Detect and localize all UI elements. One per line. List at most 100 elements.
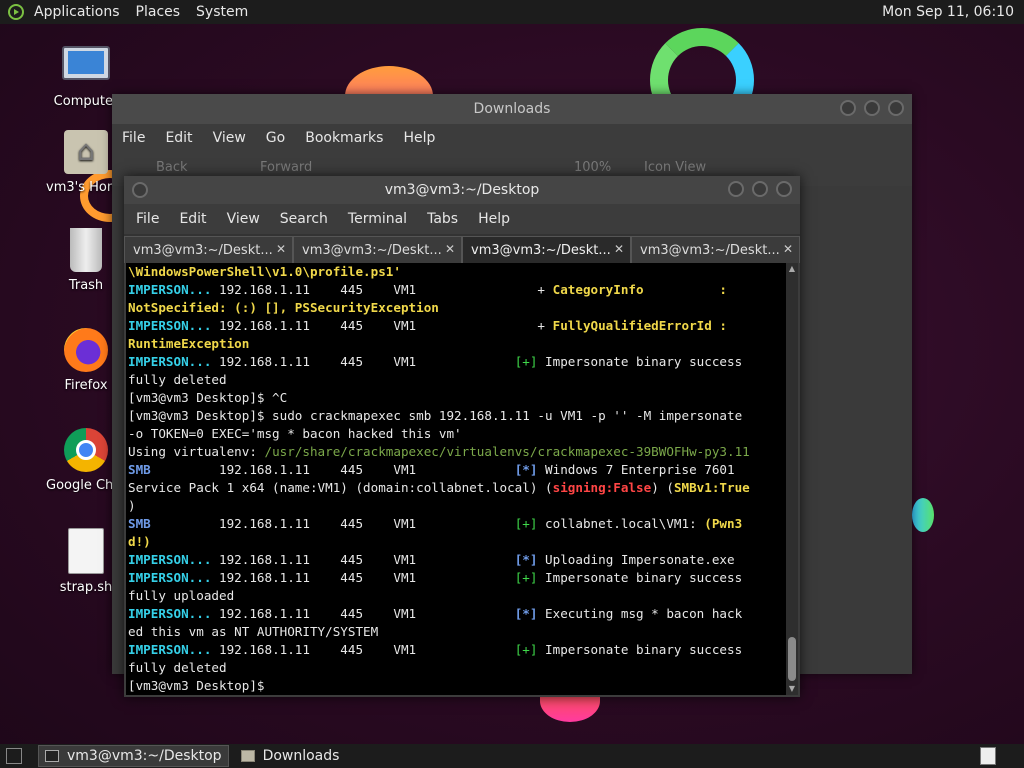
terminal-text-segment: Using virtualenv: (128, 444, 265, 459)
places-menu[interactable]: Places (128, 4, 189, 20)
close-tab-icon[interactable]: ✕ (443, 241, 457, 257)
desktop: Applications Places System Mon Sep 11, 0… (0, 0, 1024, 768)
menu-file[interactable]: File (126, 211, 169, 227)
terminal-text-segment: Impersonate binary success (537, 642, 743, 657)
terminal-line: IMPERSON... 192.168.1.11 445 VM1 [+] Imp… (126, 353, 786, 371)
menu-tabs[interactable]: Tabs (417, 211, 468, 227)
taskbar-item-terminal[interactable]: vm3@vm3:~/Desktop (38, 745, 229, 767)
terminal-text-segment: d!) (128, 534, 151, 549)
close-tab-icon[interactable]: ✕ (612, 241, 626, 257)
terminal-text-segment: SMB (128, 462, 151, 477)
terminal-output[interactable]: \WindowsPowerShell\v1.0\profile.ps1' IMPE… (126, 263, 786, 695)
terminal-tab-bar: vm3@vm3:~/Deskt... ✕ vm3@vm3:~/Deskt... … (124, 234, 800, 263)
terminal-text-segment: 192.168.1.11 445 VM1 + (211, 282, 553, 297)
downloads-titlebar[interactable]: Downloads (112, 94, 912, 124)
terminal-text-segment: RuntimeException (128, 336, 250, 351)
terminal-text-segment: /usr/share/crackmapexec/virtualenvs/crac… (264, 444, 750, 459)
clock[interactable]: Mon Sep 11, 06:10 (882, 4, 1024, 20)
maximize-button[interactable] (752, 181, 768, 197)
maximize-button[interactable] (864, 100, 880, 116)
window-title: vm3@vm3:~/Desktop (384, 182, 540, 198)
terminal-line: [vm3@vm3 Desktop]$ sudo crackmapexec smb… (126, 407, 786, 425)
scroll-down-icon[interactable]: ▼ (788, 685, 796, 693)
terminal-text-segment: signing:False (552, 480, 652, 495)
terminal-tab[interactable]: vm3@vm3:~/Deskt... ✕ (631, 236, 800, 263)
applications-menu-icon[interactable] (8, 4, 24, 20)
system-menu[interactable]: System (188, 4, 256, 20)
terminal-line: [vm3@vm3 Desktop]$ ^C (126, 389, 786, 407)
folder-icon (240, 750, 255, 762)
menu-file[interactable]: File (112, 130, 155, 146)
terminal-window[interactable]: vm3@vm3:~/Desktop File Edit View Search … (124, 176, 800, 697)
terminal-text-segment: IMPERSON... (128, 606, 212, 621)
scrollbar-thumb[interactable] (788, 637, 796, 681)
terminal-tab[interactable]: vm3@vm3:~/Deskt... ✕ (124, 236, 293, 263)
menu-view[interactable]: View (217, 211, 270, 227)
terminal-text-segment: Service Pack 1 x64 (name:VM1) (domain:co… (128, 480, 553, 495)
terminal-titlebar[interactable]: vm3@vm3:~/Desktop (124, 176, 800, 204)
terminal-tab[interactable]: vm3@vm3:~/Deskt... ✕ (293, 236, 462, 263)
terminal-text-segment: IMPERSON... (128, 318, 212, 333)
menu-search[interactable]: Search (270, 211, 338, 227)
close-tab-icon[interactable]: ✕ (274, 241, 288, 257)
terminal-text-segment: \WindowsPowerShell\v1.0\profile.ps1' (128, 264, 401, 279)
terminal-text-segment: [vm3@vm3 Desktop]$ (128, 678, 273, 693)
menu-help[interactable]: Help (468, 211, 520, 227)
terminal-icon (45, 750, 59, 762)
terminal-text-segment: ) ( (651, 480, 674, 495)
chrome-icon (64, 428, 108, 472)
zoom-level[interactable]: 100% (574, 160, 611, 175)
menu-terminal[interactable]: Terminal (338, 211, 417, 227)
applications-menu[interactable]: Applications (26, 4, 128, 20)
close-button[interactable] (776, 181, 792, 197)
view-mode-select[interactable]: Icon View (644, 160, 706, 175)
top-panel: Applications Places System Mon Sep 11, 0… (0, 0, 1024, 24)
show-desktop-icon[interactable] (6, 748, 22, 764)
minimize-button[interactable] (728, 181, 744, 197)
home-folder-icon (64, 130, 108, 174)
terminal-text-segment: fully deleted (128, 372, 227, 387)
terminal-text-segment: ed this vm as NT AUTHORITY/SYSTEM (128, 624, 379, 639)
minimize-button[interactable] (840, 100, 856, 116)
taskbar-item-downloads[interactable]: Downloads (235, 746, 346, 766)
terminal-text-segment: 192.168.1.11 445 VM1 (211, 552, 515, 567)
terminal-text-segment: Executing msg * bacon hack (537, 606, 743, 621)
terminal-line: Service Pack 1 x64 (name:VM1) (domain:co… (126, 479, 786, 497)
menu-go[interactable]: Go (256, 130, 295, 146)
terminal-text-segment: SMB (128, 516, 151, 531)
terminal-line: IMPERSON... 192.168.1.11 445 VM1 [+] Imp… (126, 641, 786, 659)
terminal-text-segment: 192.168.1.11 445 VM1 (150, 462, 515, 477)
terminal-text-segment: 192.168.1.11 445 VM1 (211, 570, 515, 585)
terminal-line: RuntimeException (126, 335, 786, 353)
scroll-up-icon[interactable]: ▲ (788, 265, 796, 273)
close-tab-icon[interactable]: ✕ (781, 241, 795, 257)
terminal-line: \WindowsPowerShell\v1.0\profile.ps1' (126, 263, 786, 281)
menu-edit[interactable]: Edit (169, 211, 216, 227)
downloads-menubar: File Edit View Go Bookmarks Help (112, 124, 912, 152)
workspace-switcher[interactable] (980, 747, 996, 765)
terminal-line: fully deleted (126, 659, 786, 677)
menu-view[interactable]: View (203, 130, 256, 146)
taskbar-label: Downloads (262, 748, 340, 764)
taskbar-label: vm3@vm3:~/Desktop (67, 748, 222, 764)
terminal-text-segment: IMPERSON... (128, 570, 212, 585)
forward-button[interactable]: Forward (260, 160, 312, 175)
terminal-line: IMPERSON... 192.168.1.11 445 VM1 + Fully… (126, 317, 786, 335)
menu-bookmarks[interactable]: Bookmarks (295, 130, 393, 146)
terminal-line: ed this vm as NT AUTHORITY/SYSTEM (126, 623, 786, 641)
terminal-text-segment: -o TOKEN=0 EXEC='msg * bacon hacked this… (128, 426, 462, 441)
terminal-scrollbar[interactable]: ▲ ▼ (786, 263, 798, 695)
terminal-text-segment: FullyQualifiedErrorId : (552, 318, 727, 333)
window-menu-button[interactable] (132, 182, 148, 198)
script-file-icon (68, 528, 104, 574)
terminal-text-segment: fully deleted (128, 660, 227, 675)
close-button[interactable] (888, 100, 904, 116)
back-button[interactable]: Back (156, 160, 188, 175)
terminal-tab-active[interactable]: vm3@vm3:~/Deskt... ✕ (462, 236, 631, 263)
menu-help[interactable]: Help (393, 130, 445, 146)
terminal-text-segment: [*] (514, 552, 538, 567)
terminal-line: NotSpecified: (:) [], PSSecurityExceptio… (126, 299, 786, 317)
terminal-text-segment: NotSpecified: (:) [], PSSecurityExceptio… (128, 300, 439, 315)
menu-edit[interactable]: Edit (155, 130, 202, 146)
terminal-text-segment: [+] (514, 570, 538, 585)
